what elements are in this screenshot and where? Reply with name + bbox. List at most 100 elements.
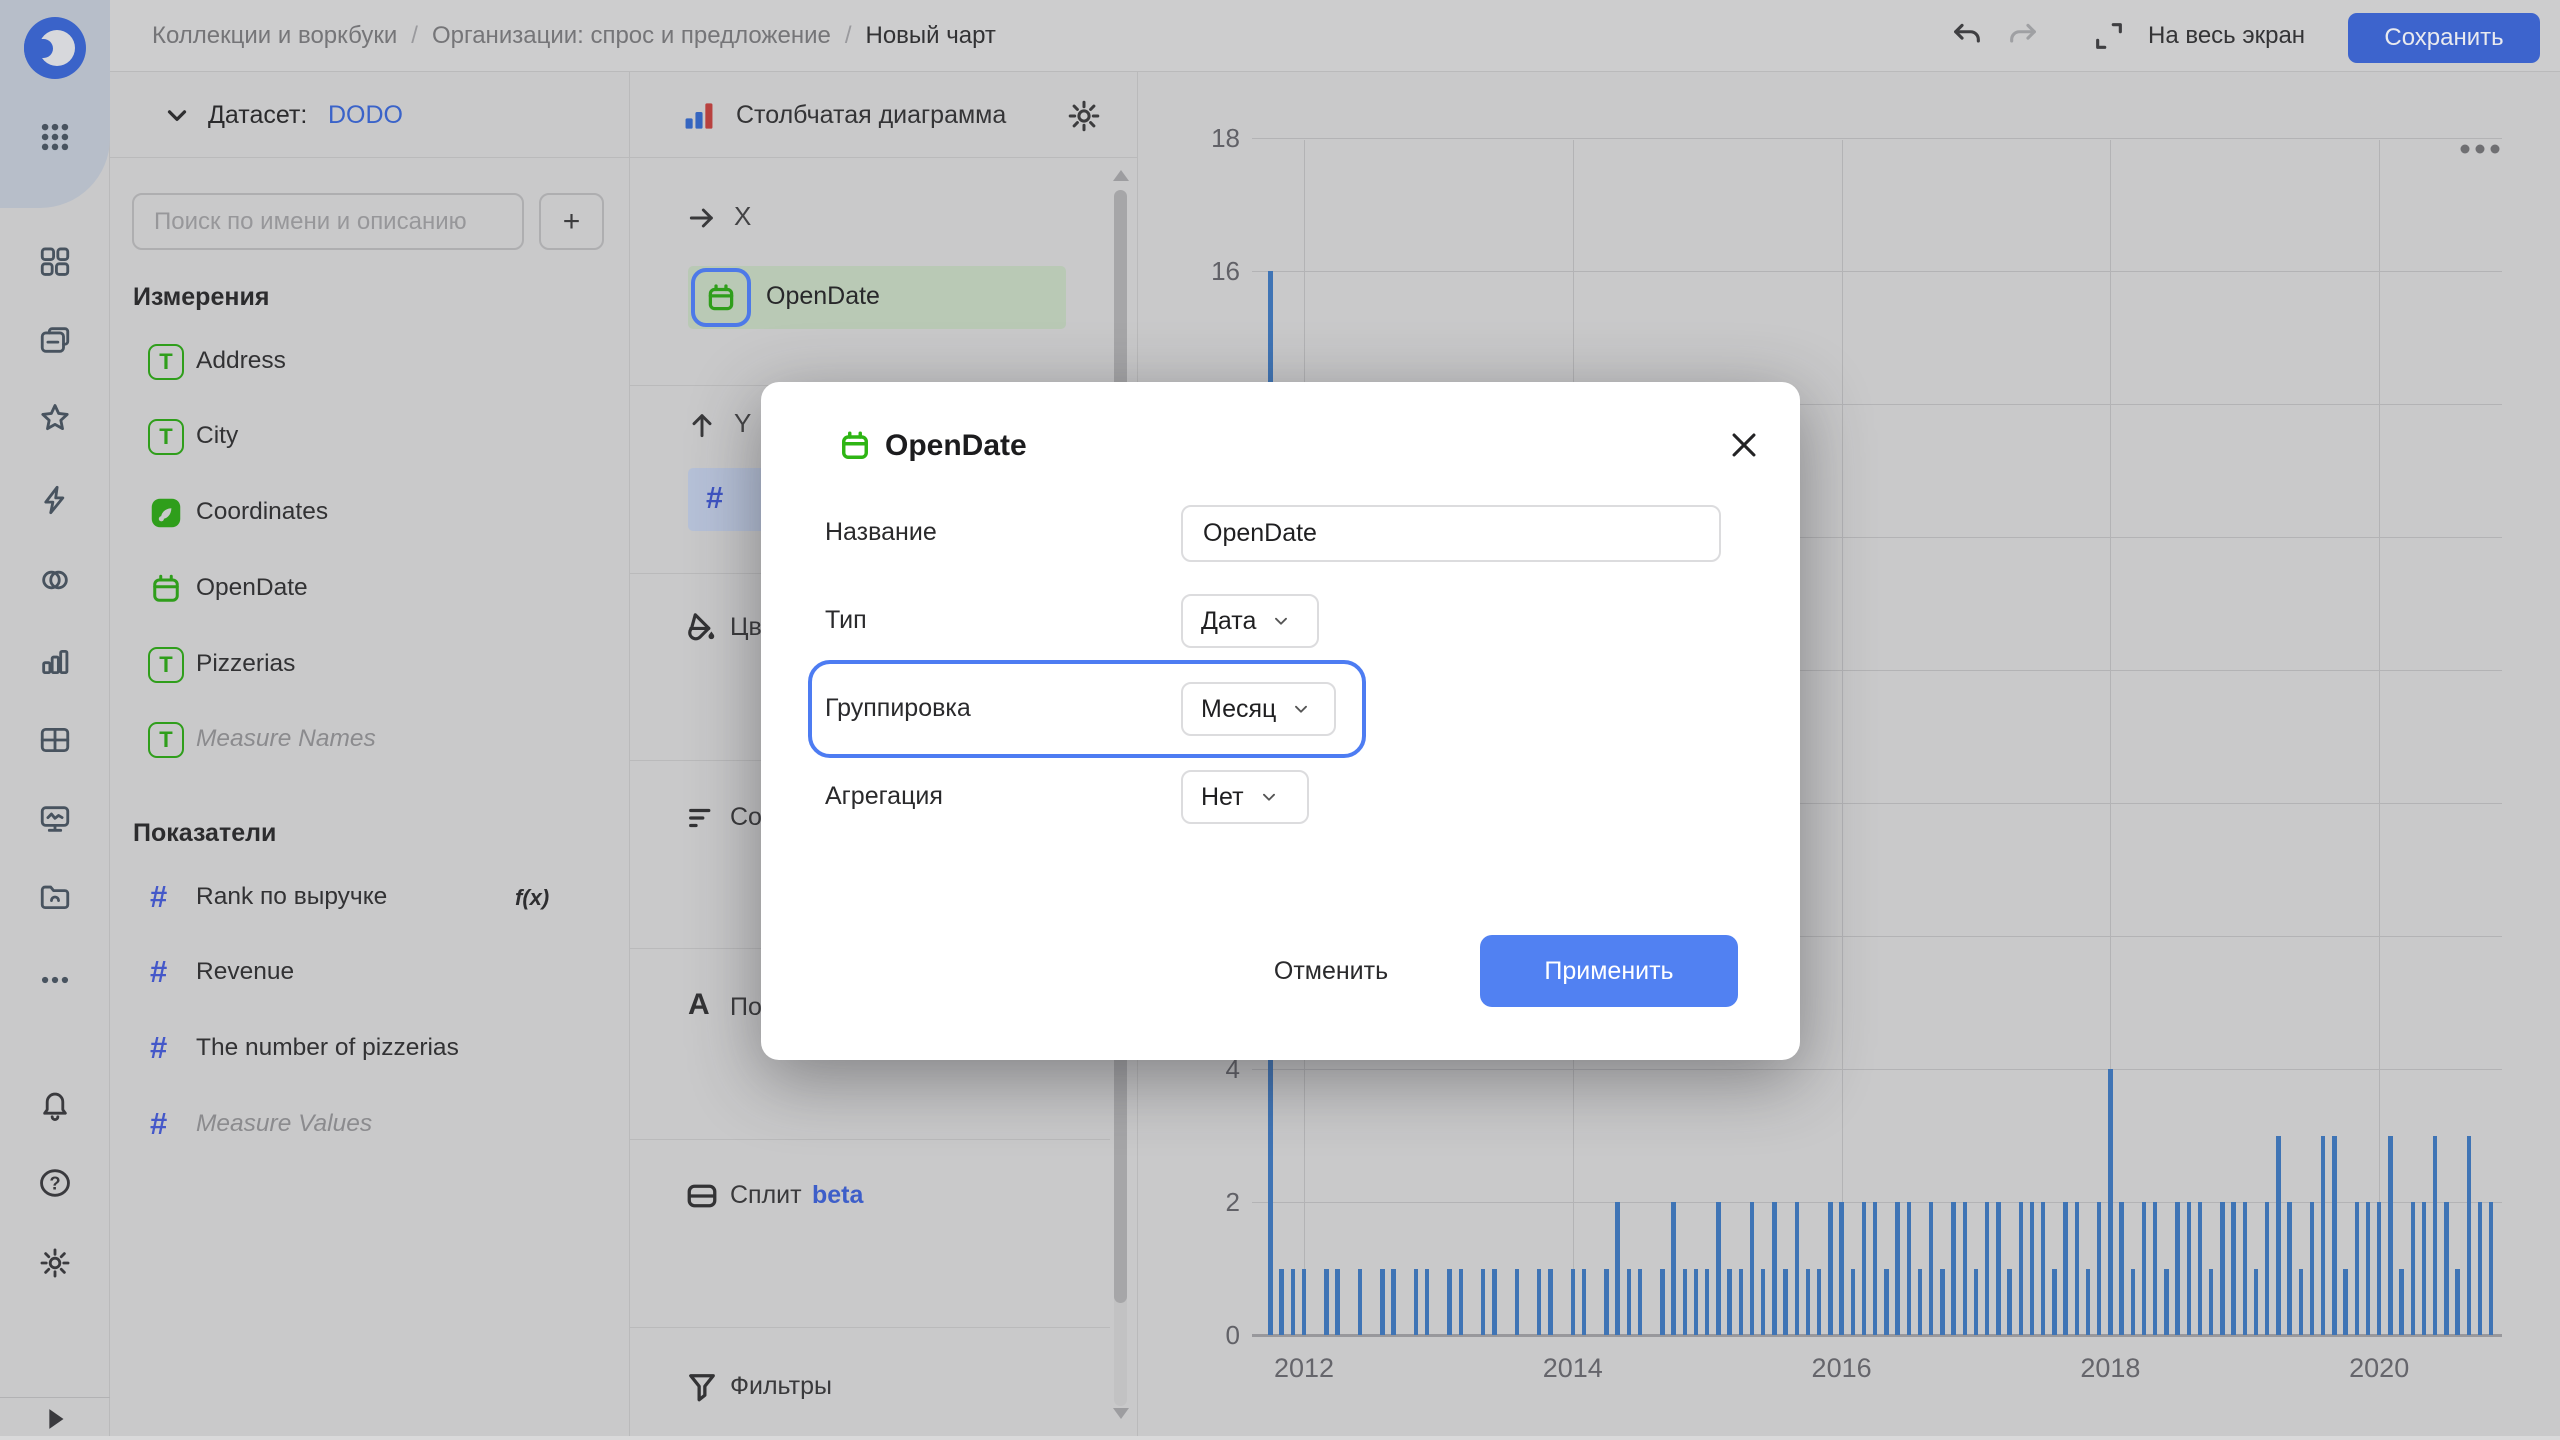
- bar: [2097, 1202, 2102, 1335]
- field-item[interactable]: TPizzerias: [110, 634, 630, 696]
- undo-icon[interactable]: [1950, 19, 1984, 53]
- bar: [2142, 1202, 2147, 1335]
- modal-title: OpenDate: [885, 429, 1027, 463]
- bar: [2187, 1202, 2192, 1335]
- cancel-button[interactable]: Отменить: [1261, 938, 1401, 1004]
- bar: [2388, 1136, 2393, 1336]
- dataset-panel: Датасет: DODO + Измерения TAddressTCityC…: [110, 72, 630, 1440]
- chart-type-label[interactable]: Столбчатая диаграмма: [736, 101, 1006, 130]
- scroll-up-icon[interactable]: [1113, 170, 1129, 181]
- tables-icon[interactable]: [38, 723, 72, 757]
- bar: [2063, 1202, 2068, 1335]
- modal-field-label-2: Тип: [825, 606, 867, 635]
- apps-grid-icon[interactable]: [38, 120, 72, 154]
- field-item[interactable]: #The number of pizzerias: [110, 1018, 630, 1080]
- bar: [1481, 1269, 1486, 1336]
- filters-section-label[interactable]: Фильтры: [730, 1372, 832, 1401]
- viz-header: Столбчатая диаграмма: [630, 72, 1138, 158]
- field-name-input[interactable]: [1181, 505, 1721, 562]
- help-icon[interactable]: ?: [38, 1166, 72, 1200]
- bar: [1447, 1269, 1452, 1336]
- bar: [1761, 1269, 1766, 1336]
- bar: [1884, 1269, 1889, 1336]
- number-field-icon: #: [706, 480, 723, 516]
- dashboards-icon[interactable]: [38, 244, 72, 278]
- bar: [1750, 1202, 1755, 1335]
- field-item[interactable]: #Rank по выручкеf(x): [110, 867, 630, 929]
- field-item[interactable]: #Revenue: [110, 942, 630, 1004]
- bar: [2276, 1136, 2281, 1336]
- y-tick-label: 2: [1180, 1187, 1240, 1218]
- field-label: Pizzerias: [196, 650, 295, 678]
- x-field-chip[interactable]: OpenDate: [688, 266, 1066, 329]
- bar: [1806, 1269, 1811, 1336]
- save-button[interactable]: Сохранить: [2348, 13, 2540, 63]
- collections-icon[interactable]: [38, 323, 72, 357]
- labels-section-label[interactable]: По: [730, 993, 762, 1022]
- fullscreen-icon[interactable]: [2092, 19, 2126, 53]
- modal-select-2[interactable]: Дата: [1181, 594, 1319, 648]
- bar: [1817, 1269, 1822, 1336]
- x-tick-label: 2020: [2349, 1353, 2409, 1384]
- bar-chart-type-icon[interactable]: [680, 97, 718, 135]
- calendar-icon-highlighted[interactable]: [691, 268, 751, 327]
- field-item[interactable]: TMeasure Names: [110, 709, 630, 771]
- breadcrumb[interactable]: Коллекции и воркбуки/Организации: спрос …: [152, 0, 996, 72]
- left-rail: ?: [0, 0, 110, 1440]
- bar: [1492, 1269, 1497, 1336]
- storage-icon[interactable]: [38, 880, 72, 914]
- bar: [1907, 1202, 1912, 1335]
- notifications-icon[interactable]: [38, 1087, 72, 1121]
- field-item[interactable]: TAddress: [110, 331, 630, 393]
- close-icon[interactable]: [1727, 428, 1761, 462]
- bar: [2399, 1269, 2404, 1336]
- breadcrumb-item[interactable]: Организации: спрос и предложение: [432, 22, 831, 50]
- scroll-down-icon[interactable]: [1113, 1408, 1129, 1419]
- field-item[interactable]: TCity: [110, 406, 630, 468]
- bar: [2119, 1202, 2124, 1335]
- modal-select-3[interactable]: Месяц: [1181, 682, 1336, 736]
- field-item[interactable]: OpenDate: [110, 558, 630, 620]
- bar: [1537, 1269, 1542, 1336]
- bar: [2332, 1136, 2337, 1336]
- add-field-button[interactable]: +: [539, 193, 604, 250]
- modal-select-4[interactable]: Нет: [1181, 770, 1309, 824]
- x-axis-icon: [686, 202, 718, 234]
- x-section-label: X: [734, 201, 751, 232]
- chart-more-menu-icon[interactable]: [2458, 140, 2502, 158]
- apply-button[interactable]: Применить: [1480, 935, 1738, 1007]
- color-section-label[interactable]: Цв: [730, 613, 762, 642]
- monitoring-icon[interactable]: [38, 802, 72, 836]
- editor-icon[interactable]: [38, 483, 72, 517]
- sort-section-label[interactable]: Со: [730, 803, 762, 832]
- gridline: [2379, 140, 2380, 1335]
- settings-icon[interactable]: [38, 1246, 72, 1280]
- breadcrumb-item[interactable]: Новый чарт: [866, 22, 996, 50]
- charts-icon[interactable]: [38, 645, 72, 679]
- datasets-icon[interactable]: [38, 563, 72, 597]
- field-label: Revenue: [196, 958, 294, 986]
- bar: [2355, 1202, 2360, 1335]
- chevron-down-icon[interactable]: [162, 100, 192, 130]
- split-section-label[interactable]: Сплит: [730, 1181, 802, 1210]
- field-item[interactable]: Coordinates: [110, 482, 630, 544]
- expand-rail-icon[interactable]: [38, 1402, 72, 1436]
- search-input[interactable]: [132, 193, 524, 250]
- field-label: Coordinates: [196, 498, 328, 526]
- favorites-icon[interactable]: [38, 401, 72, 435]
- field-label: Address: [196, 347, 286, 375]
- bar: [2007, 1269, 2012, 1336]
- fullscreen-label[interactable]: На весь экран: [2148, 22, 2305, 50]
- more-icon[interactable]: [38, 963, 72, 997]
- breadcrumb-item[interactable]: Коллекции и воркбуки: [152, 22, 397, 50]
- field-item[interactable]: #Measure Values: [110, 1094, 630, 1156]
- bar: [1705, 1269, 1710, 1336]
- bar: [1694, 1269, 1699, 1336]
- bar: [1940, 1269, 1945, 1336]
- dataset-name-link[interactable]: DODO: [328, 101, 403, 130]
- datalens-logo-icon[interactable]: [24, 17, 86, 79]
- chart-settings-gear-icon[interactable]: [1066, 98, 1102, 134]
- bar: [2254, 1269, 2259, 1336]
- bar: [2220, 1202, 2225, 1335]
- bar: [2299, 1269, 2304, 1336]
